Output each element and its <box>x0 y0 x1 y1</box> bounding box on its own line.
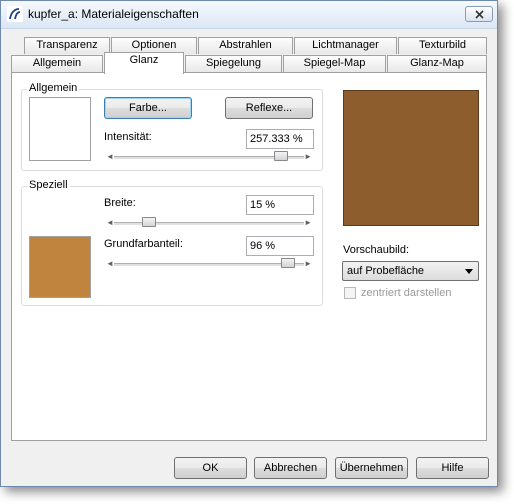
group-allgemein-label: Allgemein <box>27 82 80 94</box>
zentriert-label: zentriert darstellen <box>361 287 452 299</box>
title-bar[interactable]: kupfer_a: Materialeigenschaften <box>1 1 497 29</box>
chevron-down-icon <box>465 269 473 274</box>
slider-thumb[interactable] <box>274 151 289 161</box>
vorschaubild-select[interactable]: auf Probefläche <box>342 261 479 281</box>
breite-slider[interactable]: ◄ ► <box>104 217 314 229</box>
slider-track <box>114 263 304 266</box>
grundfarbanteil-field[interactable]: 96 % <box>246 236 314 256</box>
tab-transparenz[interactable]: Transparenz <box>24 37 110 54</box>
close-icon <box>475 10 484 19</box>
tab-lichtmanager[interactable]: Lichtmanager <box>294 37 397 54</box>
apply-button[interactable]: Übernehmen <box>335 457 408 479</box>
breite-field[interactable]: 15 % <box>246 195 314 215</box>
tab-abstrahlen[interactable]: Abstrahlen <box>198 37 293 54</box>
vorschaubild-select-value: auf Probefläche <box>347 265 425 277</box>
tab-allgemein[interactable]: Allgemein <box>11 55 103 72</box>
tab-spiegel-map[interactable]: Spiegel-Map <box>283 55 386 72</box>
cancel-button[interactable]: Abbrechen <box>254 457 327 479</box>
zentriert-checkbox[interactable] <box>344 287 356 299</box>
tab-glanz[interactable]: Glanz <box>104 52 184 74</box>
close-button[interactable] <box>465 6 493 22</box>
intensitaet-field[interactable]: 257.333 % <box>246 129 314 149</box>
intensitaet-slider[interactable]: ◄ ► <box>104 151 314 163</box>
grundfarbanteil-label: Grundfarbanteil: <box>104 238 183 250</box>
material-dialog: kupfer_a: Materialeigenschaften Transpar… <box>0 0 498 487</box>
slider-right-arrow-icon[interactable]: ► <box>304 258 312 270</box>
slider-left-arrow-icon[interactable]: ◄ <box>106 151 114 163</box>
vorschaubild-label: Vorschaubild: <box>343 244 410 256</box>
tab-texturbild[interactable]: Texturbild <box>398 37 487 54</box>
farbe-button[interactable]: Farbe... <box>104 97 192 119</box>
app-logo-icon <box>7 6 23 22</box>
group-speziell-label: Speziell <box>27 179 70 191</box>
help-button[interactable]: Hilfe <box>416 457 489 479</box>
tab-spiegelung[interactable]: Spiegelung <box>185 55 282 72</box>
intensitaet-label: Intensität: <box>104 131 152 143</box>
window-title: kupfer_a: Materialeigenschaften <box>28 7 199 21</box>
reflexe-button[interactable]: Reflexe... <box>225 97 313 119</box>
slider-thumb[interactable] <box>281 258 296 268</box>
slider-right-arrow-icon[interactable]: ► <box>304 151 312 163</box>
allgemein-color-swatch[interactable] <box>29 97 91 161</box>
grundfarbanteil-slider[interactable]: ◄ ► <box>104 258 314 270</box>
slider-right-arrow-icon[interactable]: ► <box>304 217 312 229</box>
speziell-color-swatch[interactable] <box>29 236 91 298</box>
slider-left-arrow-icon[interactable]: ◄ <box>106 258 114 270</box>
breite-label: Breite: <box>104 197 136 209</box>
tab-glanz-map[interactable]: Glanz-Map <box>387 55 487 72</box>
material-preview <box>343 90 479 226</box>
slider-thumb[interactable] <box>141 217 156 227</box>
ok-button[interactable]: OK <box>174 457 247 479</box>
slider-left-arrow-icon[interactable]: ◄ <box>106 217 114 229</box>
